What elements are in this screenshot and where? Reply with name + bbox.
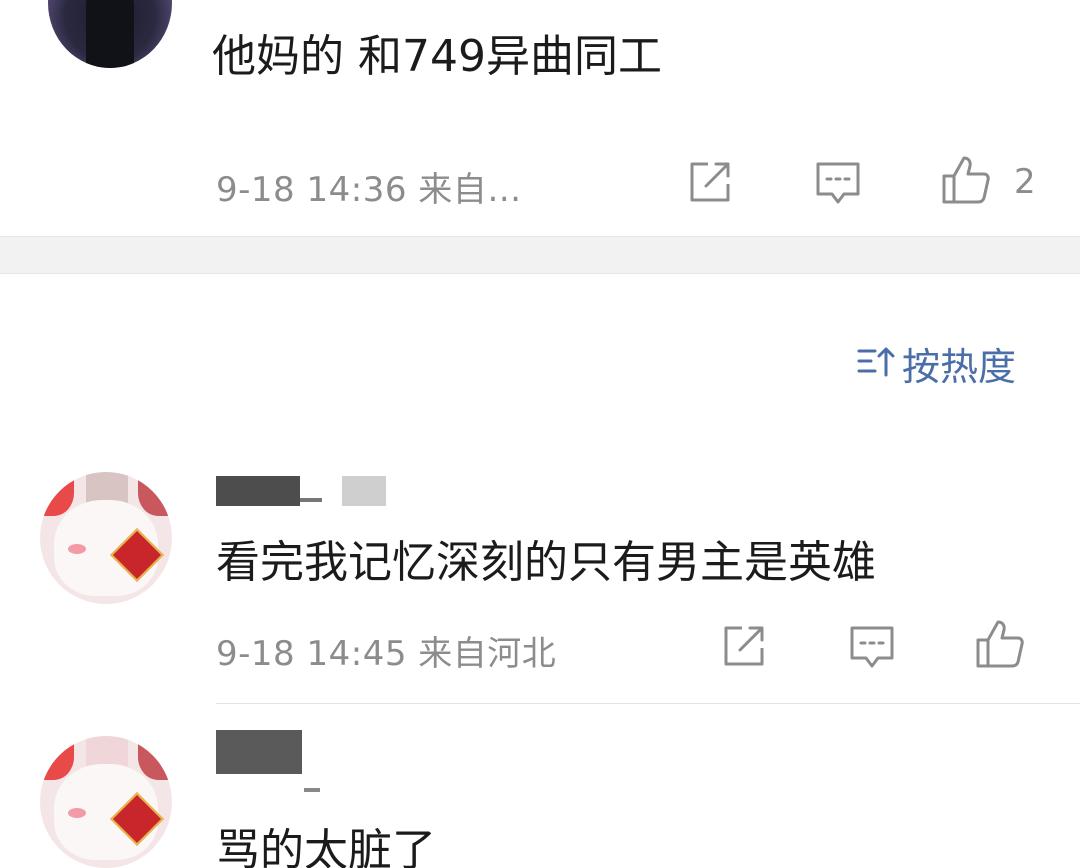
- thumbs-up-icon[interactable]: [940, 154, 992, 206]
- comment-text: 看完我记忆深刻的只有男主是英雄: [216, 537, 876, 588]
- avatar-figure: [86, 0, 134, 68]
- like-count: 2: [1014, 162, 1036, 202]
- avatar-cat-blush: [68, 544, 86, 554]
- share-icon[interactable]: [684, 156, 736, 208]
- comment-separator: [216, 703, 1080, 704]
- sort-by-hot-button[interactable]: 按热度: [856, 338, 1017, 389]
- avatar[interactable]: [40, 472, 172, 604]
- username-mosaic: [216, 476, 300, 506]
- avatar-cat-ear: [138, 742, 172, 780]
- comment-text: 他妈的 和749异曲同工: [212, 31, 662, 82]
- avatar-cat-blush: [68, 808, 86, 818]
- comment-time-source: 9-18 14:36 来自…: [216, 170, 522, 210]
- sort-icon: [856, 341, 896, 385]
- avatar[interactable]: [48, 0, 172, 68]
- username-mosaic: [216, 730, 302, 774]
- thumbs-up-icon[interactable]: [974, 618, 1026, 670]
- username-mosaic: [300, 498, 322, 502]
- section-divider: [0, 236, 1080, 274]
- comment-page: 他妈的 和749异曲同工 9-18 14:36 来自… 2 按热度 看完我记忆深…: [0, 0, 1080, 868]
- username-mosaic: [304, 788, 320, 792]
- comment-icon[interactable]: [812, 156, 864, 208]
- comment-text: 骂的太脏了: [216, 825, 436, 868]
- share-icon[interactable]: [718, 620, 770, 672]
- avatar[interactable]: [40, 736, 172, 868]
- username-mosaic: [342, 476, 386, 506]
- avatar-cat-ear: [138, 478, 172, 516]
- comment-icon[interactable]: [846, 620, 898, 672]
- comment-time-source: 9-18 14:45 来自河北: [216, 634, 557, 674]
- sort-label: 按热度: [902, 344, 1017, 389]
